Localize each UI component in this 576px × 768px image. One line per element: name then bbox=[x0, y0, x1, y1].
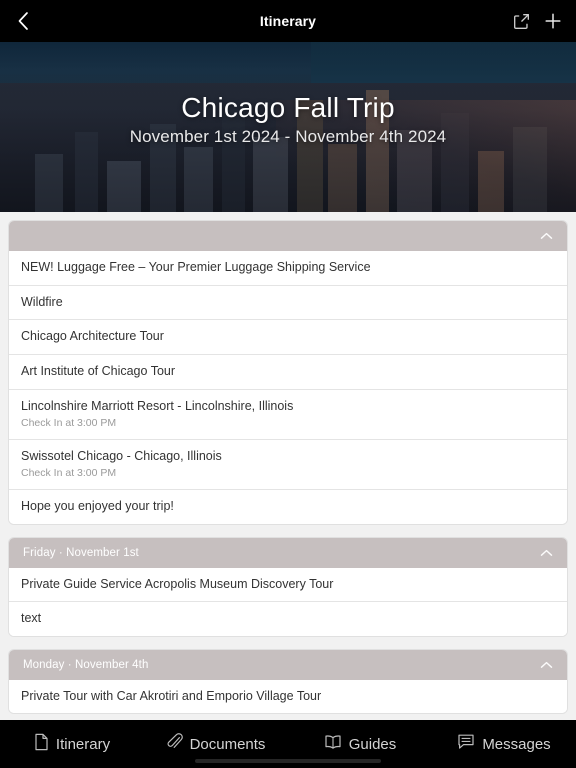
tab-messages[interactable]: Messages bbox=[432, 733, 576, 755]
row-title: Private Tour with Car Akrotiri and Empor… bbox=[21, 688, 322, 703]
hero-captions: Chicago Fall Trip November 1st 2024 - No… bbox=[0, 92, 576, 147]
row-subtitle: Check In at 3:00 PM bbox=[21, 467, 117, 480]
page-title: Itinerary bbox=[259, 13, 317, 29]
itinerary-section: NEW! Luggage Free – Your Premier Luggage… bbox=[8, 220, 568, 525]
itinerary-list: NEW! Luggage Free – Your Premier Luggage… bbox=[0, 212, 576, 720]
itinerary-row[interactable]: Hope you enjoyed your trip! bbox=[9, 488, 567, 524]
message-bubble-icon bbox=[457, 733, 475, 755]
itinerary-row[interactable]: Wildfire bbox=[9, 284, 567, 320]
itinerary-row[interactable]: text bbox=[9, 601, 567, 636]
itinerary-row[interactable]: Swissotel Chicago - Chicago, Illinois Ch… bbox=[9, 438, 567, 489]
document-icon bbox=[34, 733, 49, 756]
tab-label: Guides bbox=[348, 735, 397, 753]
itinerary-row[interactable]: Lincolnshire Marriott Resort - Lincolnsh… bbox=[9, 388, 567, 439]
bottom-tab-bar: Itinerary Documents Guides Messages bbox=[0, 720, 576, 768]
tab-label: Itinerary bbox=[55, 735, 111, 753]
home-indicator bbox=[195, 759, 381, 763]
share-button[interactable] bbox=[513, 13, 530, 30]
itinerary-section: Friday · November 1st Private Guide Serv… bbox=[8, 536, 568, 637]
section-header[interactable]: Monday · November 4th bbox=[9, 649, 567, 680]
chevron-up-icon[interactable] bbox=[540, 544, 553, 562]
chevron-left-icon bbox=[18, 12, 28, 30]
section-header[interactable]: Friday · November 1st bbox=[9, 537, 567, 568]
open-book-icon bbox=[324, 734, 342, 755]
row-title: NEW! Luggage Free – Your Premier Luggage… bbox=[21, 260, 371, 274]
itinerary-row[interactable]: Art Institute of Chicago Tour bbox=[9, 353, 567, 389]
trip-title: Chicago Fall Trip bbox=[181, 92, 395, 123]
paperclip-icon bbox=[167, 732, 183, 756]
section-header-label: Monday · November 4th bbox=[23, 658, 149, 671]
row-title: Chicago Architecture Tour bbox=[21, 329, 164, 344]
row-title: Hope you enjoyed your trip! bbox=[21, 498, 174, 513]
plus-icon bbox=[545, 13, 561, 29]
trip-date-range: November 1st 2024 - November 4th 2024 bbox=[129, 127, 447, 146]
row-title: text bbox=[21, 611, 42, 626]
row-title: Swissotel Chicago - Chicago, Illinois bbox=[21, 448, 222, 463]
tab-documents[interactable]: Documents bbox=[144, 732, 288, 756]
row-title: Lincolnshire Marriott Resort - Lincolnsh… bbox=[21, 398, 294, 413]
section-header[interactable] bbox=[9, 221, 567, 251]
itinerary-row[interactable]: Private Guide Service Acropolis Museum D… bbox=[9, 567, 567, 602]
chevron-up-icon[interactable] bbox=[540, 227, 553, 245]
itinerary-row[interactable]: Private Tour with Car Akrotiri and Empor… bbox=[9, 679, 567, 714]
row-title: Private Guide Service Acropolis Museum D… bbox=[21, 576, 334, 591]
tab-label: Messages bbox=[482, 735, 551, 753]
row-subtitle: Check In at 3:00 PM bbox=[21, 417, 117, 430]
itinerary-section: Monday · November 4th Private Tour with … bbox=[8, 648, 568, 715]
tab-itinerary[interactable]: Itinerary bbox=[0, 733, 144, 756]
row-title: Wildfire bbox=[21, 294, 63, 309]
row-title: Art Institute of Chicago Tour bbox=[21, 363, 176, 378]
share-icon bbox=[514, 13, 529, 29]
itinerary-row[interactable]: NEW! Luggage Free – Your Premier Luggage… bbox=[9, 251, 567, 285]
back-button[interactable] bbox=[0, 11, 46, 31]
tab-guides[interactable]: Guides bbox=[288, 734, 432, 755]
app-root: Itinerary Chicago Fall Trip November 1st… bbox=[0, 0, 576, 768]
add-button[interactable] bbox=[544, 12, 562, 30]
section-header-label: Friday · November 1st bbox=[23, 546, 139, 559]
trip-hero-banner: Chicago Fall Trip November 1st 2024 - No… bbox=[0, 42, 576, 212]
chevron-up-icon[interactable] bbox=[540, 656, 553, 674]
topbar-actions bbox=[513, 12, 576, 30]
tab-label: Documents bbox=[189, 735, 266, 753]
top-navigation-bar: Itinerary bbox=[0, 0, 576, 42]
itinerary-row[interactable]: Chicago Architecture Tour bbox=[9, 319, 567, 354]
